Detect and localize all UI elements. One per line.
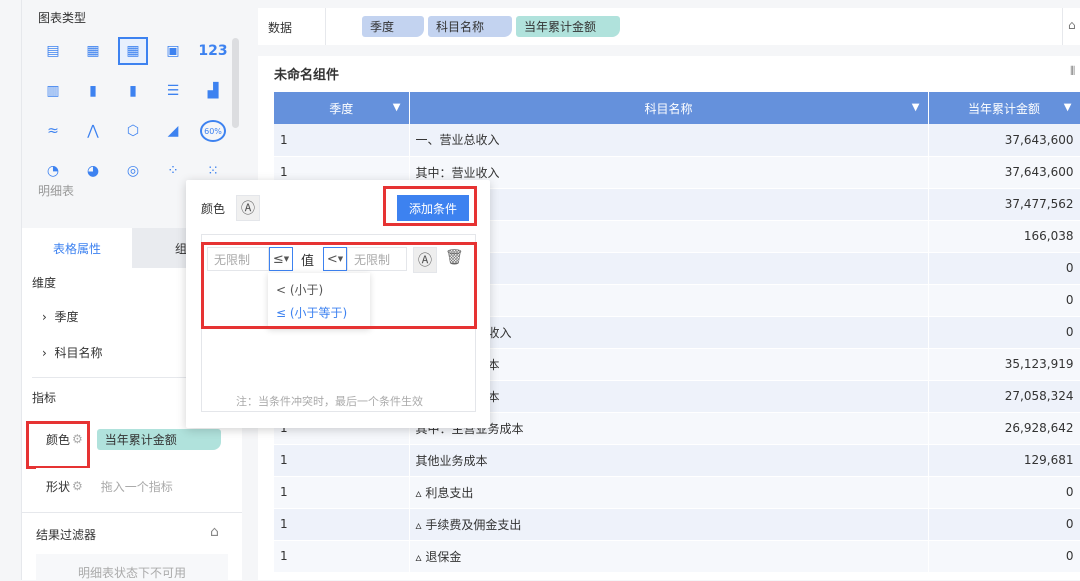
amount-cell: 0 [928, 476, 1080, 509]
multi-line-chart-icon[interactable]: ⋀ [80, 120, 106, 142]
cross-table-chart-icon[interactable]: ▦ [80, 40, 106, 62]
amount-cell: 35,123,919 [928, 348, 1080, 381]
amount-cell: 129,681 [928, 444, 1080, 477]
radar-chart-icon[interactable]: ⬡ [120, 120, 146, 142]
account-name-cell: ▵ 利息支出 [409, 476, 929, 509]
amount-cell: 37,477,562 [928, 188, 1080, 221]
header-label: 季度 [329, 101, 354, 116]
heatmap-table-chart-icon[interactable]: ▣ [160, 40, 186, 62]
quarter-cell: 1 [274, 540, 410, 573]
kpi-123-chart-icon[interactable]: 123 [198, 40, 227, 62]
account-name-cell: ▵ 退保金 [409, 540, 929, 573]
field-pill-dimension[interactable]: 科目名称 [428, 16, 512, 37]
header-label: 当年累计金额 [967, 101, 1040, 116]
column-header[interactable]: 科目名称 ▼ [409, 92, 929, 124]
amount-cell: 37,643,600 [928, 156, 1080, 189]
data-bar: 数据 季度 科目名称 当年累计金额 ⌂ [258, 8, 1080, 45]
account-name-cell: ▵ 手续费及佣金支出 [409, 508, 929, 541]
amount-cell: 0 [928, 284, 1080, 317]
divider [22, 512, 242, 513]
bubble-chart-icon[interactable]: ⁙ [200, 160, 226, 182]
amount-cell: 0 [928, 508, 1080, 541]
dimension-item[interactable]: › 季度 [42, 308, 78, 325]
popup-color-label: 颜色 [201, 202, 226, 216]
detail-table-chart-icon[interactable]: ▦ [118, 37, 148, 65]
account-name-cell: 一、营业总收入 [409, 124, 929, 157]
amount-cell: 166,038 [928, 220, 1080, 253]
table-row[interactable]: 1 ▵ 手续费及佣金支出 0 [274, 508, 1080, 541]
highlight-box [26, 421, 90, 469]
column-header[interactable]: 季度 ▼ [274, 92, 410, 124]
sort-dropdown-icon[interactable]: ▼ [912, 102, 920, 113]
filter-title: 结果过滤器 [36, 528, 97, 542]
filter-icon[interactable]: ⌂ [210, 524, 219, 540]
shape-drop-placeholder[interactable]: 拖入一个指标 [101, 478, 173, 495]
amount-cell: 27,058,324 [928, 380, 1080, 413]
sort-dropdown-icon[interactable]: ▼ [393, 102, 401, 113]
data-label: 数据 [268, 21, 293, 35]
rose-pie-chart-icon[interactable]: ◕ [80, 160, 106, 182]
scatter-chart-icon[interactable]: ⁘ [160, 160, 186, 182]
condition-note: 注：当条件冲突时，最后一个条件生效 [236, 395, 423, 408]
grouped-bar-chart-icon[interactable]: ▮ [80, 80, 106, 102]
chart-type-title: 图表类型 [38, 11, 87, 25]
pie-chart-icon[interactable]: ◔ [40, 160, 66, 182]
amount-cell: 0 [928, 252, 1080, 285]
amount-cell: 26,928,642 [928, 412, 1080, 445]
quarter-cell: 1 [274, 124, 410, 157]
color-measure-pill[interactable]: 当年累计金额 [96, 428, 221, 450]
tab-table-properties[interactable]: 表格属性 [22, 228, 132, 268]
amount-cell: 0 [928, 316, 1080, 349]
highlight-box [383, 186, 477, 226]
table-row[interactable]: 1 ▵ 退保金 0 [274, 540, 1080, 573]
stacked-bar-chart-icon[interactable]: ▥ [40, 80, 66, 102]
data-fields: 季度 科目名称 当年累计金额 [362, 16, 620, 37]
table-row[interactable]: 1 一、营业总收入 37,643,600 [274, 124, 1080, 157]
diverging-bar-chart-icon[interactable]: ☰ [160, 80, 186, 102]
table-chart-icon[interactable]: ▤ [40, 40, 66, 62]
line-chart-icon[interactable]: ≈ [40, 120, 66, 142]
quarter-cell: 1 [274, 508, 410, 541]
column-header[interactable]: 当年累计金额 ▼ [928, 92, 1080, 124]
shape-field-row: 形状 ⚙ 拖入一个指标 [36, 468, 226, 504]
clear-icon[interactable]: ⌂ [1068, 18, 1076, 32]
left-rail [0, 0, 22, 580]
sort-dropdown-icon[interactable]: ▼ [1064, 102, 1072, 113]
component-title: 未命名组件 [274, 68, 340, 83]
gear-icon[interactable]: ⚙ [72, 479, 83, 493]
chart-type-caption: 明细表 [38, 184, 75, 198]
header-label: 科目名称 [644, 101, 693, 116]
sunburst-chart-icon[interactable]: ◎ [120, 160, 146, 182]
dimension-label: 科目名称 [54, 346, 103, 360]
amount-cell: 0 [928, 540, 1080, 573]
chart-grid-scrollbar[interactable] [232, 38, 239, 128]
table-row[interactable]: 1 其他业务成本 129,681 [274, 444, 1080, 477]
dimension-label: 季度 [54, 310, 79, 324]
default-color-picker[interactable]: Ⓐ [236, 195, 260, 221]
color-condition-popup: 颜色 Ⓐ 添加条件 无限制 ≤ ▼ 值 < ▼ 无限制 Ⓐ 🗑 < (小于) ≤ (… [186, 180, 490, 428]
field-pill-dimension[interactable]: 季度 [362, 16, 424, 37]
quarter-cell: 1 [274, 476, 410, 509]
dimension-item[interactable]: › 科目名称 [42, 344, 102, 361]
measure-title: 指标 [32, 391, 57, 405]
table-row[interactable]: 1 ▵ 利息支出 0 [274, 476, 1080, 509]
highlight-box [201, 242, 477, 329]
filter-note: 明细表状态下不可用 [36, 554, 228, 580]
gauge-60%-chart-icon[interactable]: 60% [200, 120, 226, 142]
shape-label[interactable]: 形状 [46, 478, 70, 495]
dimension-title: 维度 [32, 276, 57, 290]
step-bar-chart-icon[interactable]: ▟ [200, 80, 226, 102]
area-chart-icon[interactable]: ◢ [160, 120, 186, 142]
account-name-cell: 其他业务成本 [409, 444, 929, 477]
component-menu-icon[interactable]: ⦀ [1070, 64, 1075, 79]
divider [325, 8, 326, 45]
bar-chart-icon[interactable]: ▮ [120, 80, 146, 102]
field-pill-measure[interactable]: 当年累计金额 [516, 16, 620, 37]
quarter-cell: 1 [274, 444, 410, 477]
divider [1062, 8, 1063, 45]
amount-cell: 37,643,600 [928, 124, 1080, 157]
